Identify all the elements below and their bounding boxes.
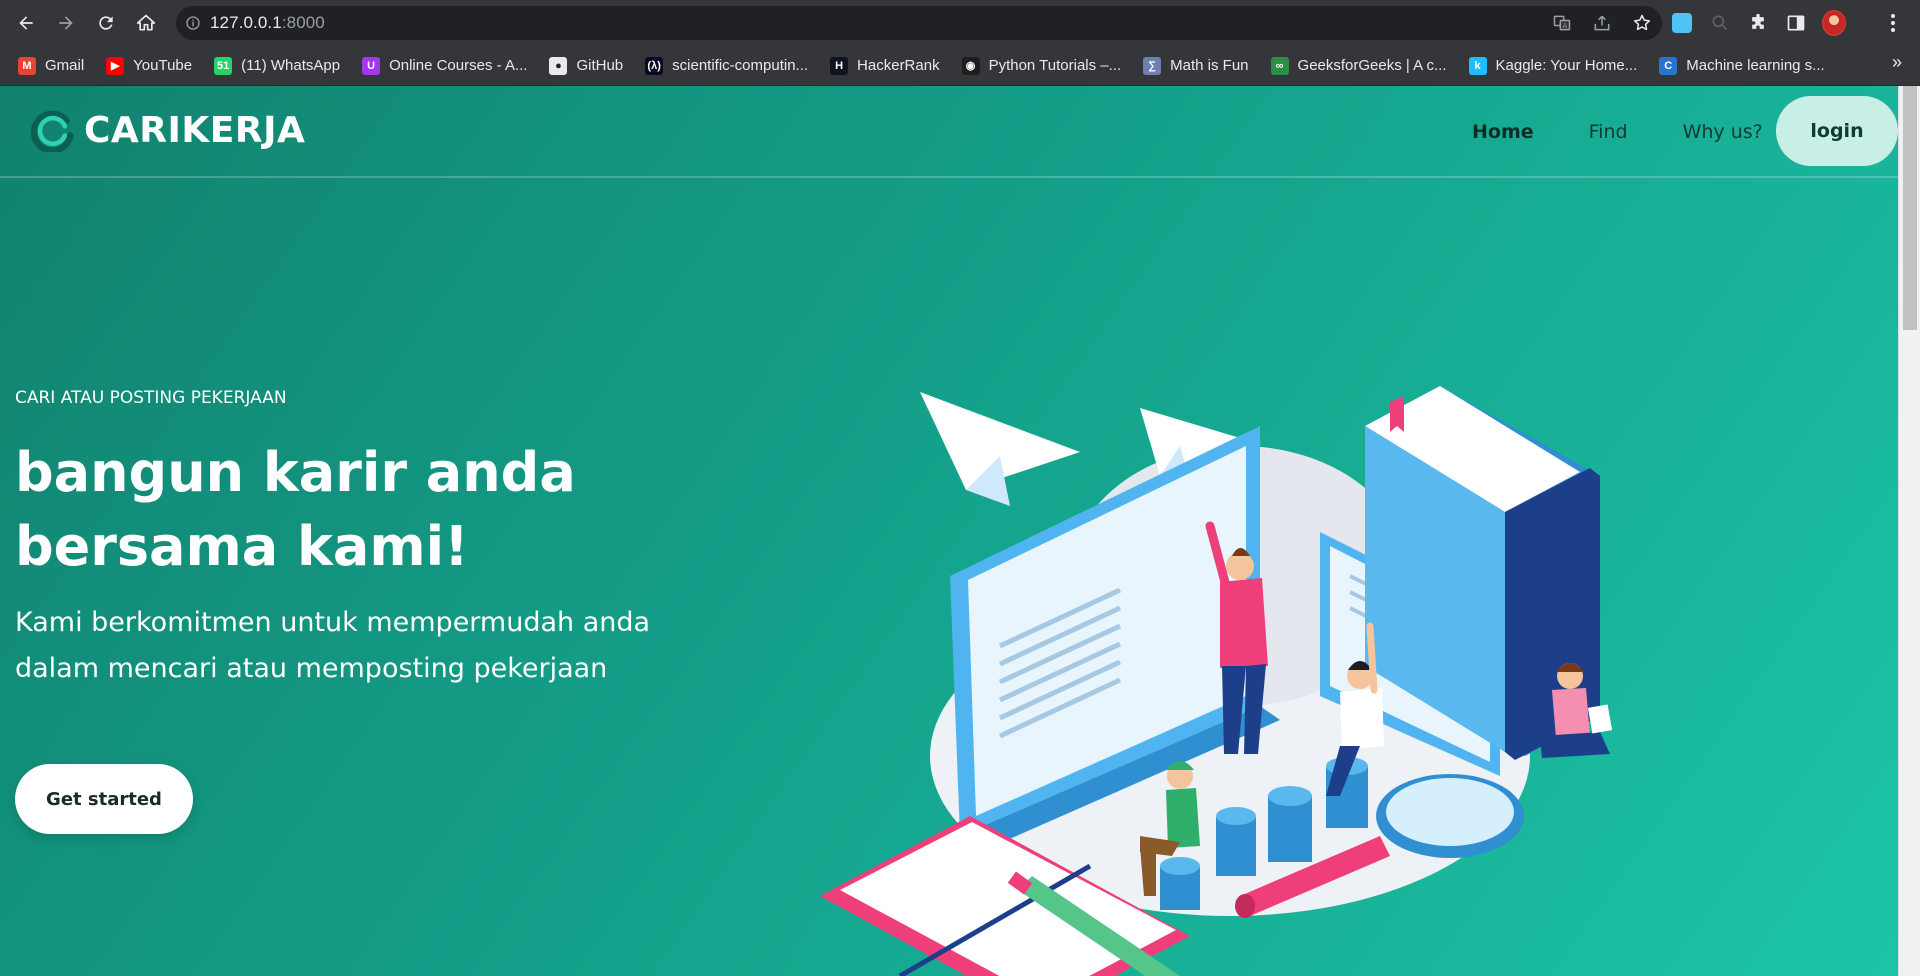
extension-feather-icon[interactable] [1670, 11, 1694, 35]
bookmark-item[interactable]: M Gmail [18, 52, 84, 80]
bookmark-item[interactable]: ● GitHub [549, 52, 623, 80]
hero-eyebrow: CARI ATAU POSTING PEKERJAAN [15, 388, 287, 408]
arrow-left-icon [19, 16, 33, 30]
back-button[interactable] [6, 3, 46, 43]
bookmark-label: YouTube [133, 57, 193, 74]
bookmark-item[interactable]: U Online Courses - A... [362, 52, 527, 80]
bookmark-label: Gmail [45, 57, 85, 74]
translate-icon[interactable]: A [1552, 13, 1572, 33]
freecodecamp-icon: (λ) [645, 56, 664, 75]
whatsapp-icon: 51 [214, 56, 233, 75]
site-header: CARIKERJA Home Find Why us? login [0, 86, 1898, 178]
avatar [1822, 10, 1846, 36]
nav-why-us[interactable]: Why us? [1683, 121, 1763, 143]
bookmark-item[interactable]: k Kaggle: Your Home... [1468, 52, 1638, 80]
nav-find[interactable]: Find [1589, 121, 1628, 143]
bookmark-item[interactable]: ◉ Python Tutorials –... [961, 52, 1122, 80]
paper-plane-icon [920, 392, 1080, 506]
address-bar[interactable]: 127.0.0.1:8000 A [176, 6, 1662, 40]
hero-illustration [820, 386, 1613, 976]
extensions-puzzle-icon[interactable] [1746, 11, 1770, 35]
coursera-icon: C [1659, 56, 1678, 75]
bookmark-label: HackerRank [857, 57, 940, 74]
gmail-icon: M [18, 56, 36, 75]
reload-button[interactable] [86, 3, 126, 43]
bookmarks-bar: M Gmail ▶ YouTube 51 (11) WhatsApp U Online Cou… [0, 46, 1920, 86]
bookmark-label: Machine learning s... [1686, 57, 1825, 74]
arrow-right-icon [59, 16, 73, 30]
bookmark-item[interactable]: 51 (11) WhatsApp [214, 52, 340, 80]
browser-menu-icon[interactable] [1885, 10, 1901, 36]
bookmark-item[interactable]: (λ) scientific-computin... [645, 52, 808, 80]
bookmark-item[interactable]: H HackerRank [830, 52, 940, 80]
brand[interactable]: CARIKERJA [30, 108, 305, 152]
url-text[interactable]: 127.0.0.1:8000 [210, 13, 325, 33]
udemy-icon: U [362, 56, 381, 75]
bookmark-label: (11) WhatsApp [241, 57, 341, 74]
svg-text:A: A [1563, 22, 1568, 30]
nav-home[interactable]: Home [1472, 121, 1534, 143]
profile-avatar[interactable] [1822, 10, 1846, 36]
extension-search-icon[interactable] [1708, 11, 1732, 35]
hero-headline: bangun karir anda bersama kami! [15, 441, 576, 578]
page-scrollbar[interactable] [1898, 86, 1920, 976]
mathisfun-icon: ∑ [1143, 56, 1162, 75]
bookmark-star-icon[interactable] [1632, 13, 1652, 33]
geeksforgeeks-icon: ∞ [1270, 56, 1289, 75]
main-nav: Home Find Why us? [1472, 96, 1818, 168]
bookmark-label: Python Tutorials –... [988, 57, 1122, 74]
bookmark-item[interactable]: C Machine learning s... [1659, 52, 1825, 80]
share-icon[interactable] [1592, 13, 1612, 33]
more-bookmarks-button[interactable]: » [1892, 52, 1902, 73]
bookmark-label: GeeksforGeeks | A c... [1297, 57, 1447, 74]
hero-subtitle: Kami berkomitmen untuk mempermudah anda … [15, 607, 651, 684]
home-icon [136, 14, 156, 31]
page-viewport: CARIKERJA Home Find Why us? login CARI A… [0, 86, 1920, 976]
bookmark-label: Math is Fun [1170, 57, 1249, 74]
url-host: 127.0.0.1 [210, 13, 282, 32]
bookmark-label: scientific-computin... [672, 57, 809, 74]
bookmark-item[interactable]: ▶ YouTube [106, 52, 192, 80]
reload-icon [99, 16, 113, 30]
kaggle-icon: k [1468, 56, 1487, 75]
home-button[interactable] [126, 3, 166, 43]
bookmark-label: Kaggle: Your Home... [1495, 57, 1638, 74]
side-panel-icon[interactable] [1784, 11, 1808, 35]
github-icon: ● [549, 56, 568, 75]
browser-toolbar: 127.0.0.1:8000 A [0, 0, 1920, 46]
hackerrank-icon: H [830, 56, 849, 75]
bookmark-label: GitHub [576, 57, 624, 74]
bookmark-label: Online Courses - A... [389, 57, 528, 74]
forward-button[interactable] [46, 3, 86, 43]
get-started-button[interactable]: Get started [15, 764, 193, 834]
login-button[interactable]: login [1776, 96, 1898, 166]
brand-name: CARIKERJA [84, 109, 306, 151]
url-port: :8000 [281, 13, 325, 32]
bookmark-item[interactable]: ∑ Math is Fun [1143, 52, 1249, 80]
site-info-icon[interactable] [176, 15, 210, 31]
bookmark-item[interactable]: ∞ GeeksforGeeks | A c... [1270, 52, 1447, 80]
youtube-icon: ▶ [106, 56, 125, 75]
scrollbar-thumb[interactable] [1903, 86, 1917, 330]
realpython-icon: ◉ [961, 56, 980, 75]
brand-logo-icon [30, 110, 74, 152]
